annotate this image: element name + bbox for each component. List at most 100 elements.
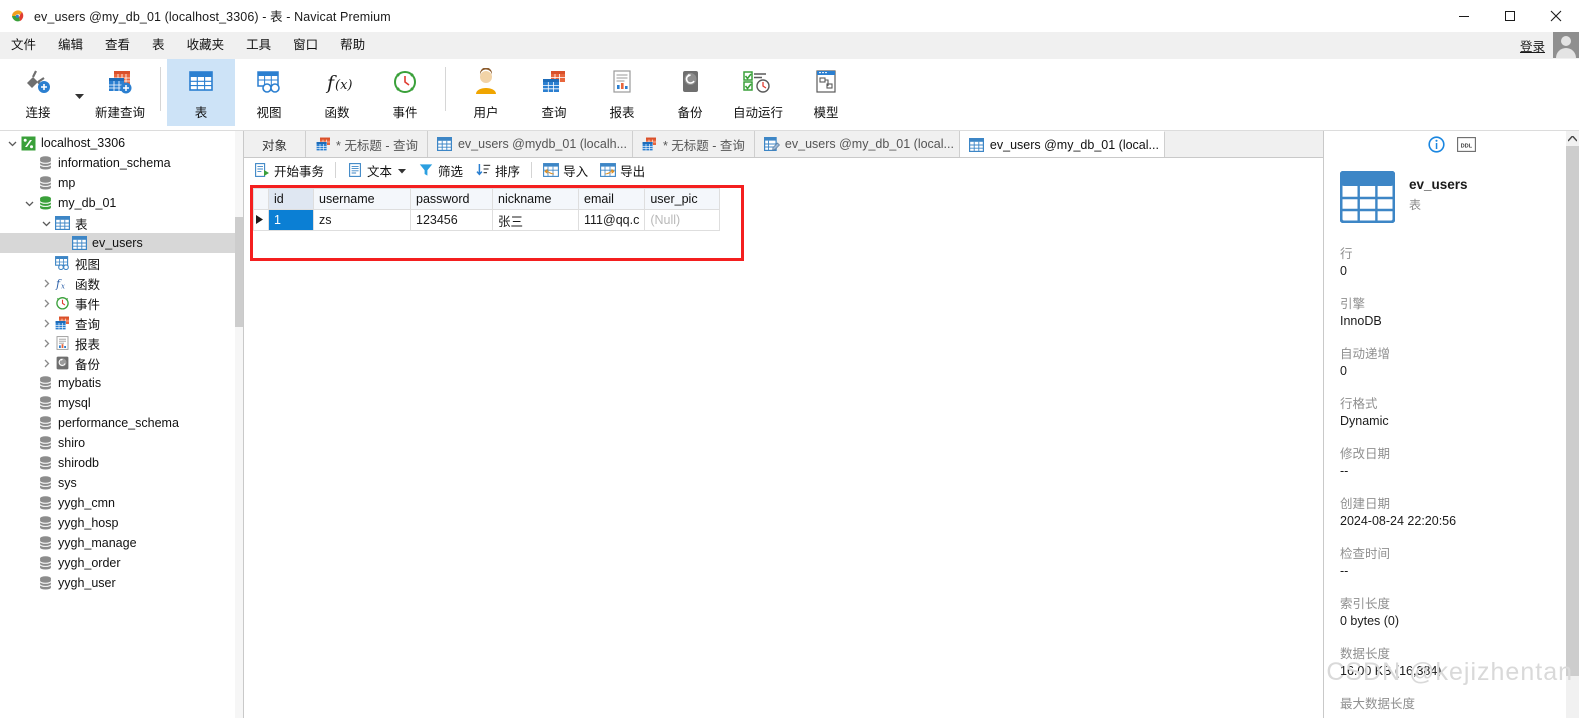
toolbar-view[interactable]: 视图 — [235, 59, 303, 126]
menu-item-tools[interactable]: 工具 — [235, 34, 282, 56]
tree-node-yygh_order[interactable]: yygh_order — [0, 553, 243, 573]
chevron-right-icon[interactable] — [38, 299, 54, 308]
tree-node-label: shirodb — [58, 456, 99, 470]
toolbar-user[interactable]: 用户 — [452, 59, 520, 126]
toolbar-backup[interactable]: 备份 — [656, 59, 724, 126]
ddl-button[interactable]: DDL — [1457, 134, 1477, 154]
editor-tab-5[interactable]: ev_users @my_db_01 (local... — [959, 131, 1165, 157]
editor-tab-0[interactable]: 对象 — [244, 131, 307, 157]
info-panel-scrollbar-track[interactable] — [1566, 131, 1579, 718]
chevron-right-icon[interactable] — [38, 339, 54, 348]
minimize-icon[interactable] — [1441, 0, 1487, 31]
close-icon[interactable] — [1533, 0, 1579, 31]
title-bar: ev_users @my_db_01 (localhost_3306) - 表 … — [0, 0, 1579, 32]
chevron-right-icon[interactable] — [38, 319, 54, 328]
menu-item-favorites[interactable]: 收藏夹 — [176, 34, 236, 56]
chevron-right-icon[interactable] — [38, 359, 54, 368]
chevron-down-icon[interactable] — [72, 59, 86, 126]
tree-node-my_db_01[interactable]: my_db_01 — [0, 193, 243, 213]
tree-node-mysql[interactable]: mysql — [0, 393, 243, 413]
grid-col-email[interactable]: email — [577, 188, 646, 210]
tree-node-item[interactable]: 备份 — [0, 353, 243, 373]
scroll-up-icon[interactable] — [1566, 131, 1579, 146]
editor-tab-2[interactable]: ev_users @mydb_01 (localh... — [427, 131, 633, 157]
table-row[interactable]: 1 zs 123456 张三 111@qq.c (Null) — [253, 209, 721, 231]
toolbar-connection[interactable]: 连接 — [4, 59, 72, 126]
toolbar-query[interactable]: 查询 — [520, 59, 588, 126]
grid-toolbar-1[interactable]: 文本 — [341, 159, 412, 182]
tree-node-yygh_manage[interactable]: yygh_manage — [0, 533, 243, 553]
chevron-down-icon[interactable] — [21, 199, 37, 208]
grid-toolbar-3[interactable]: 排序 — [469, 159, 526, 182]
tree-node-shirodb[interactable]: shirodb — [0, 453, 243, 473]
menu-item-table[interactable]: 表 — [141, 34, 176, 56]
chevron-down-icon[interactable] — [38, 219, 54, 228]
database-icon — [37, 535, 53, 551]
grid-toolbar-4[interactable]: 导入 — [537, 159, 594, 182]
tree-node-shiro[interactable]: shiro — [0, 433, 243, 453]
user-avatar-icon[interactable] — [1553, 32, 1579, 58]
menu-item-view[interactable]: 查看 — [94, 34, 141, 56]
toolbar-model[interactable]: 模型 — [792, 59, 860, 126]
editor-tab-3[interactable]: * 无标题 - 查询 — [632, 131, 755, 157]
maximize-icon[interactable] — [1487, 0, 1533, 31]
tree-node-mp[interactable]: mp — [0, 173, 243, 193]
cell-email[interactable]: 111@qq.c — [577, 209, 646, 231]
toolbar-automation[interactable]: 自动运行 — [724, 59, 792, 126]
tree-node-yygh_hosp[interactable]: yygh_hosp — [0, 513, 243, 533]
tree-node-yygh_cmn[interactable]: yygh_cmn — [0, 493, 243, 513]
info-field: 自动递增 0 — [1340, 343, 1579, 378]
info-panel-scrollbar-thumb[interactable] — [1566, 146, 1579, 676]
tree-node-sys[interactable]: sys — [0, 473, 243, 493]
toolbar-table[interactable]: 表 — [167, 59, 235, 126]
chevron-down-icon[interactable] — [4, 139, 20, 148]
grid-col-nickname[interactable]: nickname — [492, 188, 579, 210]
tree-node-item[interactable]: 查询 — [0, 313, 243, 333]
editor-tab-4[interactable]: ev_users @my_db_01 (local... — [754, 131, 960, 157]
grid-col-username[interactable]: username — [313, 188, 411, 210]
tree-node-item[interactable]: 事件 — [0, 293, 243, 313]
cell-id[interactable]: 1 — [268, 209, 314, 231]
cell-password[interactable]: 123456 — [410, 209, 493, 231]
login-link[interactable]: 登录 — [1520, 36, 1545, 55]
data-grid[interactable]: id username password nickname email user… — [253, 188, 721, 231]
toolbar-event[interactable]: 事件 — [371, 59, 439, 126]
menu-item-edit[interactable]: 编辑 — [47, 34, 94, 56]
sidebar-scrollbar-thumb[interactable] — [235, 217, 243, 327]
grid-toolbar-2[interactable]: 筛选 — [412, 159, 469, 182]
tree-node-information_schema[interactable]: information_schema — [0, 153, 243, 173]
transaction-icon — [254, 162, 270, 178]
menu-item-help[interactable]: 帮助 — [329, 34, 376, 56]
toolbar-report[interactable]: 报表 — [588, 59, 656, 126]
grid-col-password[interactable]: password — [410, 188, 493, 210]
info-circle-icon[interactable] — [1427, 134, 1447, 154]
cell-user-pic[interactable]: (Null) — [644, 209, 721, 231]
tree-node-yygh_user[interactable]: yygh_user — [0, 573, 243, 593]
chevron-down-icon[interactable] — [398, 163, 407, 177]
menu-item-file[interactable]: 文件 — [0, 34, 47, 56]
grid-toolbar-0[interactable]: 开始事务 — [248, 159, 330, 182]
object-tree-sidebar: localhost_3306 information_schema mp my_db_… — [0, 131, 244, 718]
tree-node-ev_users[interactable]: ev_users — [0, 233, 243, 253]
cell-username[interactable]: zs — [313, 209, 411, 231]
grid-toolbar-5[interactable]: 导出 — [594, 159, 651, 182]
editor-tab-1[interactable]: * 无标题 - 查询 — [306, 131, 428, 157]
chevron-right-icon[interactable] — [38, 279, 54, 288]
info-field-label: 创建日期 — [1340, 497, 1391, 511]
grid-col-user-pic[interactable]: user_pic — [644, 188, 721, 210]
window-controls — [1441, 0, 1579, 31]
tree-node-item[interactable]: f x 函数 — [0, 273, 243, 293]
table-tab-icon — [969, 137, 985, 153]
toolbar-new-query[interactable]: 新建查询 — [86, 59, 154, 126]
tree-node-localhost_3306[interactable]: localhost_3306 — [0, 133, 243, 153]
cell-nickname[interactable]: 张三 — [492, 209, 579, 231]
grid-col-id[interactable]: id — [268, 188, 314, 210]
tree-node-item[interactable]: 表 — [0, 213, 243, 233]
tree-node-item[interactable]: 报表 — [0, 333, 243, 353]
tree-node-item[interactable]: 视图 — [0, 253, 243, 273]
tree-node-mybatis[interactable]: mybatis — [0, 373, 243, 393]
sidebar-scrollbar-track[interactable] — [235, 131, 243, 718]
menu-item-window[interactable]: 窗口 — [282, 34, 329, 56]
tree-node-performance_schema[interactable]: performance_schema — [0, 413, 243, 433]
toolbar-function[interactable]: f (x) 函数 — [303, 59, 371, 126]
